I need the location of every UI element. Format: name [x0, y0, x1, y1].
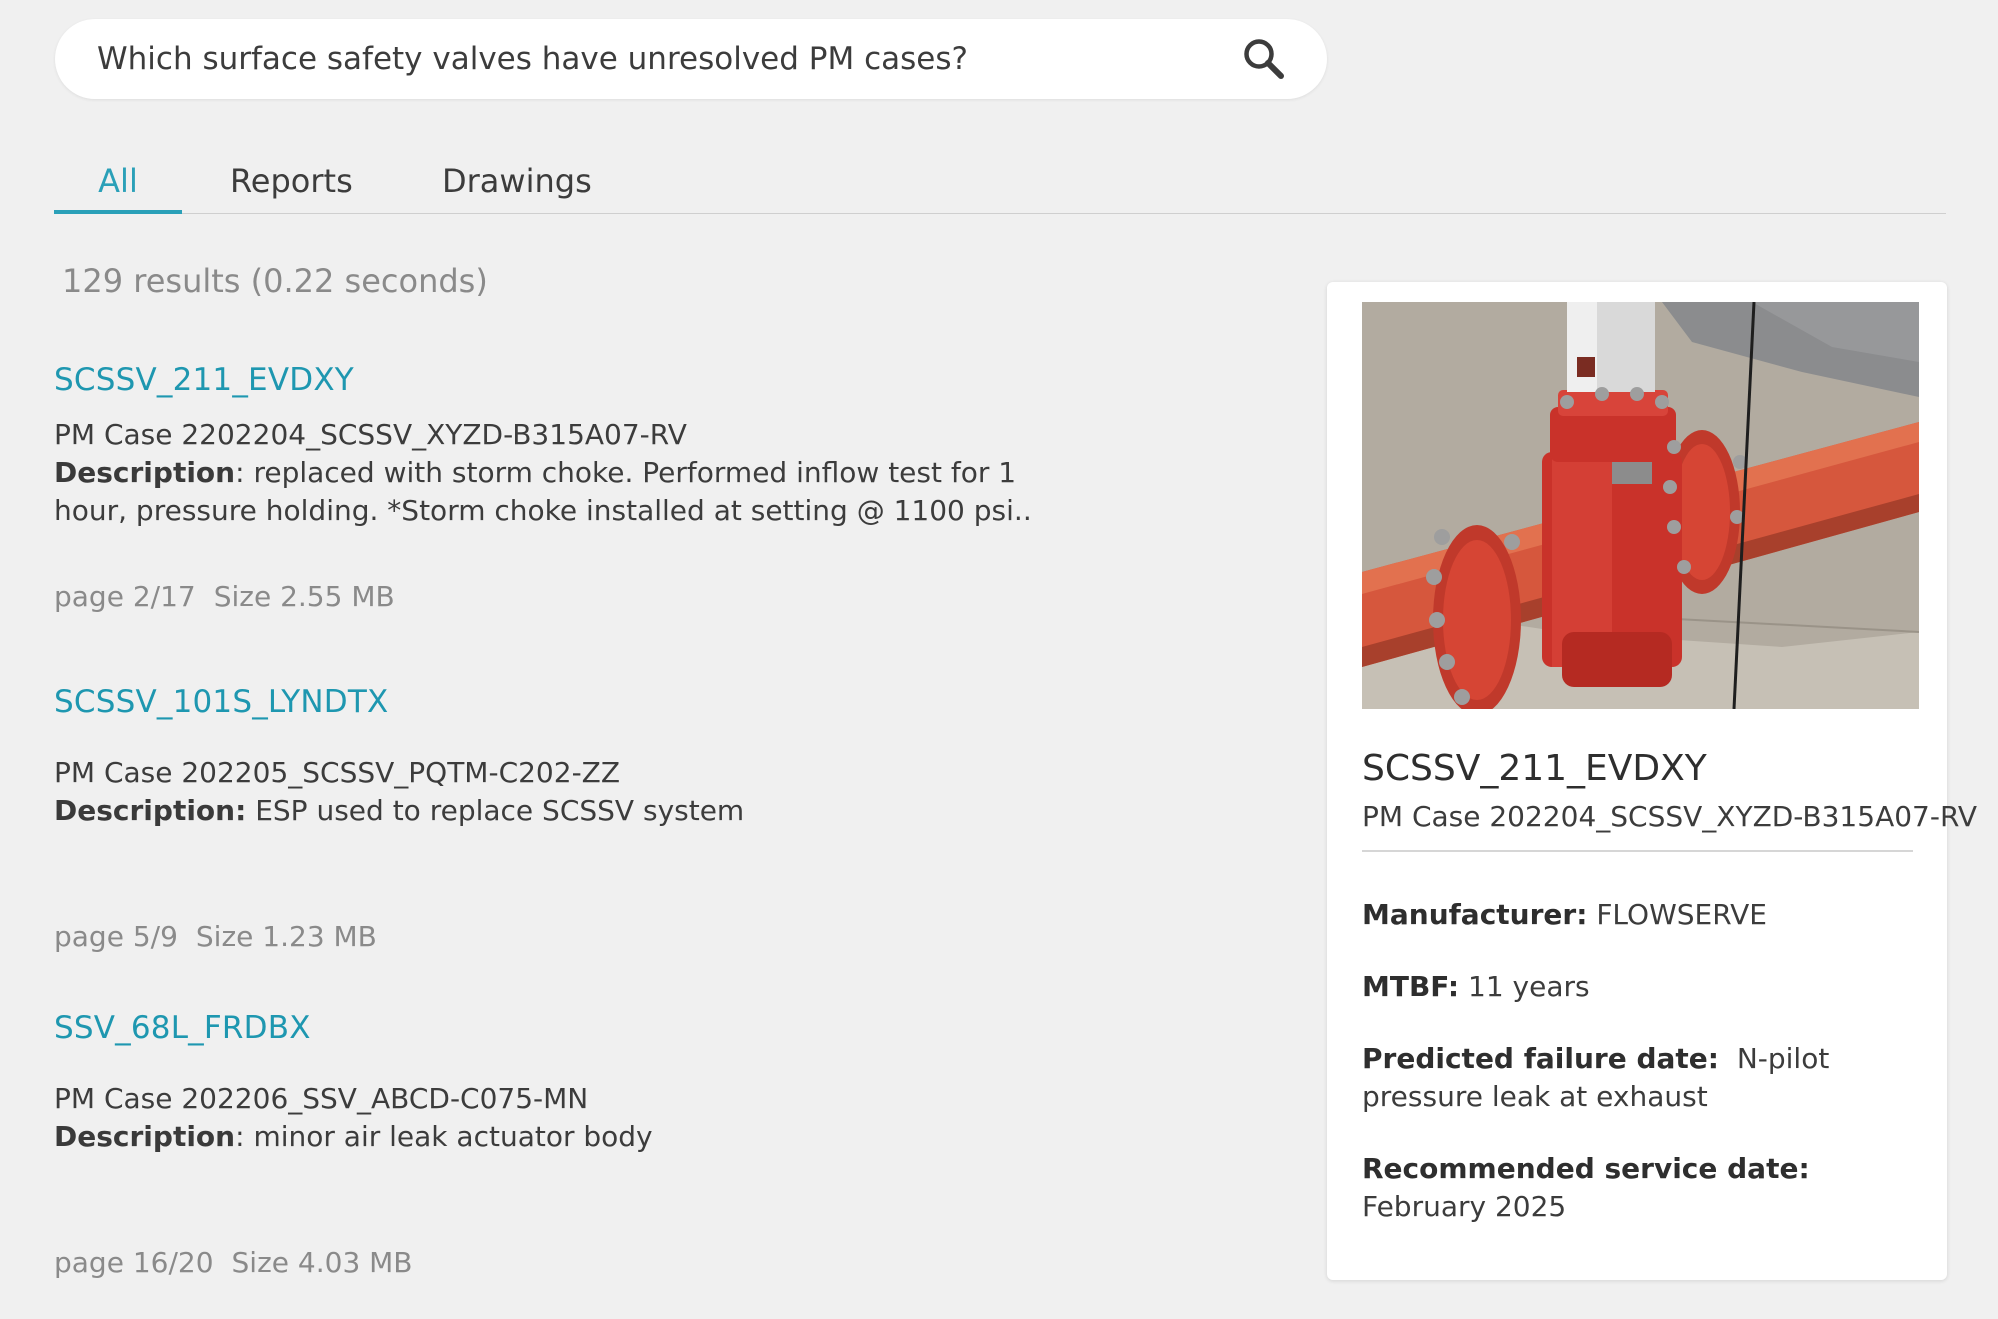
- search-bar[interactable]: Which surface safety valves have unresol…: [55, 19, 1327, 99]
- failure-date-label: Predicted failure date:: [1362, 1042, 1719, 1075]
- manufacturer-label: Manufacturer:: [1362, 898, 1588, 931]
- description-separator: [246, 794, 255, 827]
- result-page: page 5/9: [54, 920, 178, 953]
- results-count: 129 results (0.22 seconds): [62, 262, 488, 300]
- result-meta: page 5/9 Size 1.23 MB: [54, 920, 1204, 953]
- result-tabs: All Reports Drawings: [54, 150, 1946, 214]
- result-item: SSV_68L_FRDBX PM Case 202206_SSV_ABCD-C0…: [54, 1010, 1204, 1279]
- result-case: PM Case 2202204_SCSSV_XYZD-B315A07-RV: [54, 418, 687, 451]
- description-separator: :: [235, 456, 254, 489]
- result-size: Size 4.03 MB: [231, 1246, 413, 1279]
- result-case: PM Case 202205_SCSSV_PQTM-C202-ZZ: [54, 756, 621, 789]
- result-description: Description: minor air leak actuator bod…: [54, 1118, 1054, 1156]
- result-size: Size 2.55 MB: [213, 580, 395, 613]
- description-label: Description:: [54, 794, 247, 827]
- service-date-field: Recommended service date: February 2025: [1362, 1150, 1922, 1226]
- result-title-link[interactable]: SCSSV_211_EVDXY: [54, 362, 1204, 398]
- detail-card: SCSSV_211_EVDXY PM Case 202204_SCSSV_XYZ…: [1327, 282, 1977, 1280]
- result-page: page 2/17: [54, 580, 196, 613]
- search-input[interactable]: Which surface safety valves have unresol…: [97, 41, 1241, 77]
- detail-divider: [1362, 850, 1913, 852]
- result-item: SCSSV_101S_LYNDTX PM Case 202205_SCSSV_P…: [54, 684, 1204, 953]
- search-results-page: Which surface safety valves have unresol…: [0, 0, 1998, 1319]
- description-label: Description: [54, 1120, 236, 1153]
- mtbf-label: MTBF:: [1362, 970, 1460, 1003]
- result-title-link[interactable]: SCSSV_101S_LYNDTX: [54, 684, 1204, 720]
- mtbf-value: 11 years: [1468, 970, 1590, 1003]
- result-case: PM Case 202206_SSV_ABCD-C075-MN: [54, 1082, 589, 1115]
- manufacturer-field: Manufacturer: FLOWSERVE: [1362, 896, 1922, 934]
- detail-subtitle: PM Case 202204_SCSSV_XYZD-B315A07-RV: [1362, 800, 1978, 833]
- tab-drawings[interactable]: Drawings: [442, 162, 592, 214]
- service-date-value: February 2025: [1362, 1190, 1567, 1223]
- description-label: Description: [54, 456, 236, 489]
- result-size: Size 1.23 MB: [195, 920, 377, 953]
- manufacturer-value: FLOWSERVE: [1596, 898, 1767, 931]
- result-meta: page 16/20 Size 4.03 MB: [54, 1246, 1204, 1279]
- result-title-link[interactable]: SSV_68L_FRDBX: [54, 1010, 1204, 1046]
- detail-title: SCSSV_211_EVDXY: [1362, 748, 1707, 789]
- result-description: Description: ESP used to replace SCSSV s…: [54, 792, 1054, 830]
- failure-date-field: Predicted failure date: N-pilot pressure…: [1362, 1040, 1922, 1116]
- result-page: page 16/20: [54, 1246, 214, 1279]
- result-meta: page 2/17 Size 2.55 MB: [54, 580, 1204, 613]
- description-separator: :: [235, 1120, 254, 1153]
- tab-reports[interactable]: Reports: [230, 162, 353, 214]
- result-item: SCSSV_211_EVDXY PM Case 2202204_SCSSV_XY…: [54, 362, 1204, 613]
- description-text: ESP used to replace SCSSV system: [255, 794, 745, 827]
- description-text: minor air leak actuator body: [253, 1120, 653, 1153]
- search-icon[interactable]: [1241, 36, 1287, 82]
- valve-illustration: [1362, 302, 1919, 709]
- tab-all[interactable]: All: [54, 162, 182, 214]
- result-description: Description: replaced with storm choke. …: [54, 454, 1054, 530]
- mtbf-field: MTBF: 11 years: [1362, 968, 1922, 1006]
- service-date-label: Recommended service date:: [1362, 1152, 1810, 1185]
- valve-photo: [1362, 302, 1919, 709]
